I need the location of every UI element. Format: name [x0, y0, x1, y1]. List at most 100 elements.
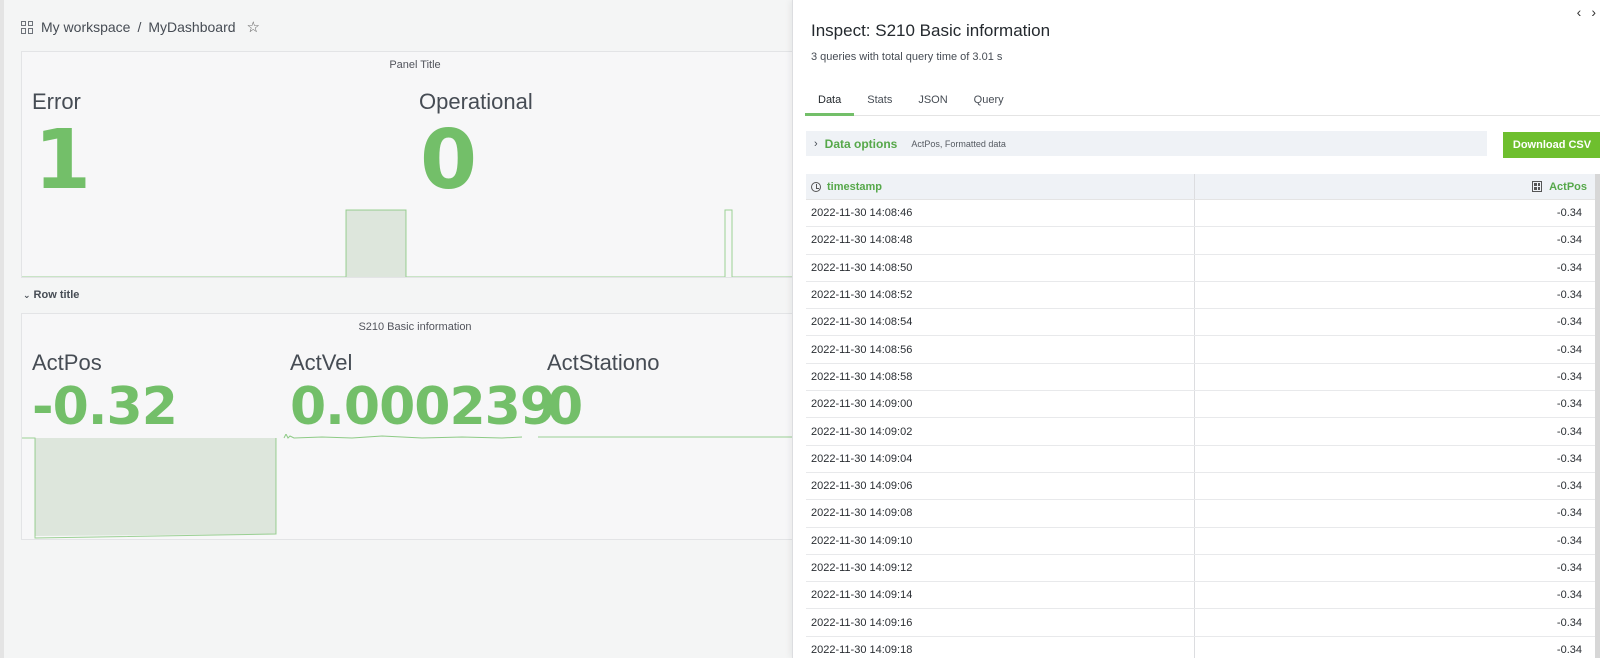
stat-actvel: ActVel 0.000239: [290, 350, 556, 434]
inspect-subtitle: 3 queries with total query time of 3.01 …: [811, 51, 1003, 63]
table-row: 2022-11-30 14:08:52 -0.34: [806, 281, 1595, 310]
cell-timestamp: 2022-11-30 14:08:48: [806, 227, 1195, 254]
cell-actpos: -0.34: [1556, 343, 1582, 356]
data-options-bar[interactable]: › Data options ActPos, Formatted data: [806, 131, 1487, 156]
column-header-timestamp[interactable]: timestamp: [806, 174, 1195, 199]
column-header-label: ActPos: [1549, 180, 1587, 193]
calculator-icon: [1532, 181, 1543, 192]
app-window: My workspace / MyDashboard ☆ Panel Title…: [0, 0, 1600, 658]
stat-value: 1: [34, 113, 91, 208]
cell-timestamp: 2022-11-30 14:09:14: [806, 582, 1195, 609]
stat-value: -0.32: [32, 377, 178, 437]
cell-timestamp: 2022-11-30 14:09:04: [806, 445, 1195, 472]
cell-actpos: -0.34: [1556, 452, 1582, 465]
table-row: 2022-11-30 14:09:08 -0.34: [806, 500, 1595, 528]
inspect-drawer: ‹ › Inspect: S210 Basic information 3 qu…: [792, 0, 1600, 658]
drawer-controls: ‹ ›: [1577, 4, 1596, 20]
table-row: 2022-11-30 14:08:48 -0.34: [806, 227, 1595, 255]
column-header-actpos[interactable]: ActPos: [1195, 174, 1595, 199]
download-csv-button[interactable]: Download CSV: [1503, 132, 1600, 158]
table-row: 2022-11-30 14:08:58 -0.34: [806, 363, 1595, 392]
table-row: 2022-11-30 14:09:06 -0.34: [806, 472, 1595, 501]
table-row: 2022-11-30 14:08:54 -0.34: [806, 309, 1595, 337]
dashboard-area: My workspace / MyDashboard ☆ Panel Title…: [0, 0, 812, 658]
cell-actpos: -0.34: [1556, 316, 1582, 329]
cell-actpos: -0.34: [1556, 562, 1582, 574]
top-panel-sparkline: [22, 209, 808, 277]
cell-actpos: -0.34: [1556, 289, 1582, 302]
row-title-label[interactable]: Row title: [34, 289, 80, 301]
breadcrumb-workspace[interactable]: My workspace: [41, 19, 130, 35]
table-scrollbar[interactable]: [1595, 174, 1600, 658]
spark-area: [346, 210, 406, 277]
cell-timestamp: 2022-11-30 14:09:06: [806, 472, 1195, 500]
table-row: 2022-11-30 14:09:10 -0.34: [806, 527, 1595, 555]
cell-actpos: -0.34: [1556, 234, 1582, 247]
cell-actpos: -0.34: [1556, 261, 1582, 274]
stat-label: Operational: [419, 89, 533, 114]
cell-timestamp: 2022-11-30 14:08:52: [806, 281, 1195, 309]
tab-json[interactable]: JSON: [905, 86, 960, 116]
cell-actpos: -0.34: [1556, 643, 1582, 656]
cell-timestamp: 2022-11-30 14:08:46: [806, 200, 1195, 227]
cell-timestamp: 2022-11-30 14:08:56: [806, 336, 1195, 363]
stat-error: Error 1: [32, 89, 91, 208]
column-header-label: timestamp: [827, 180, 883, 193]
cell-timestamp: 2022-11-30 14:08:58: [806, 363, 1195, 391]
cell-timestamp: 2022-11-30 14:09:00: [806, 391, 1195, 418]
table-row: 2022-11-30 14:09:00 -0.34: [806, 391, 1595, 419]
table-row: 2022-11-30 14:09:12 -0.34: [806, 554, 1595, 583]
drawer-expand-icon[interactable]: ›: [1591, 4, 1596, 20]
chevron-right-icon[interactable]: ›: [814, 138, 818, 150]
star-icon[interactable]: ☆: [247, 18, 260, 36]
clock-icon: [811, 181, 821, 192]
table-row: 2022-11-30 14:09:04 -0.34: [806, 445, 1595, 473]
cell-timestamp: 2022-11-30 14:09:02: [806, 418, 1195, 445]
cell-actpos: -0.34: [1556, 534, 1582, 547]
chevron-down-icon[interactable]: ⌄: [23, 290, 31, 301]
stat-label: Error: [32, 89, 81, 114]
table-row: 2022-11-30 14:09:18 -0.34: [806, 636, 1595, 658]
panel-top[interactable]: Panel Title Error 1 Operational 0: [21, 51, 809, 278]
tab-stats[interactable]: Stats: [854, 86, 905, 116]
cell-actpos: -0.34: [1556, 398, 1582, 411]
stat-actpos: ActPos -0.32: [32, 350, 178, 437]
stat-label: ActStationo: [547, 350, 660, 375]
row-title[interactable]: ⌄ Row title: [23, 289, 79, 301]
stat-actstationo: ActStationo 0: [547, 350, 660, 434]
tab-query[interactable]: Query: [961, 86, 1017, 116]
stat-value: 0: [547, 377, 583, 437]
cell-timestamp: 2022-11-30 14:09:12: [806, 554, 1195, 582]
table-row: 2022-11-30 14:08:50 -0.34: [806, 254, 1595, 282]
inspect-title: Inspect: S210 Basic information: [811, 21, 1051, 40]
table-row: 2022-11-30 14:09:14 -0.34: [806, 582, 1595, 610]
spark-line: [22, 209, 808, 277]
panel-title[interactable]: S210 Basic information: [22, 321, 808, 333]
table-row: 2022-11-30 14:09:02 -0.34: [806, 418, 1595, 446]
table-row: 2022-11-30 14:09:16 -0.34: [806, 609, 1595, 637]
cell-actpos: -0.34: [1556, 480, 1582, 493]
table-body: 2022-11-30 14:08:46 -0.34 2022-11-30 14:08…: [806, 200, 1595, 658]
tab-data[interactable]: Data: [805, 86, 855, 116]
s210-panel-sparklines: [22, 434, 808, 539]
cell-actpos: -0.34: [1556, 425, 1582, 438]
stat-label: ActPos: [32, 350, 102, 375]
table-row: 2022-11-30 14:08:46 -0.34: [806, 200, 1595, 228]
cell-actpos: -0.34: [1556, 507, 1582, 520]
data-options-label[interactable]: Data options: [825, 137, 898, 151]
table-header: timestamp ActPos: [806, 174, 1595, 200]
dashboards-grid-icon[interactable]: [21, 20, 34, 34]
breadcrumb-dashboard[interactable]: MyDashboard: [148, 19, 235, 35]
drawer-collapse-icon[interactable]: ‹: [1577, 4, 1582, 20]
cell-actpos: -0.34: [1556, 370, 1582, 383]
data-options-description: ActPos, Formatted data: [911, 138, 1006, 149]
actvel-spark-line: [283, 434, 523, 439]
cell-actpos: -0.34: [1556, 616, 1582, 629]
panel-s210[interactable]: S210 Basic information ActPos -0.32 ActV…: [21, 313, 809, 540]
cell-timestamp: 2022-11-30 14:09:08: [806, 500, 1195, 527]
cell-timestamp: 2022-11-30 14:09:10: [806, 527, 1195, 554]
data-table: timestamp ActPos 2022-11-30 14:08:46 -0.3…: [806, 174, 1595, 658]
stat-operational: Operational 0: [419, 89, 533, 203]
inspect-tabs: Data Stats JSON Query: [805, 86, 1600, 116]
panel-title[interactable]: Panel Title: [22, 59, 808, 71]
